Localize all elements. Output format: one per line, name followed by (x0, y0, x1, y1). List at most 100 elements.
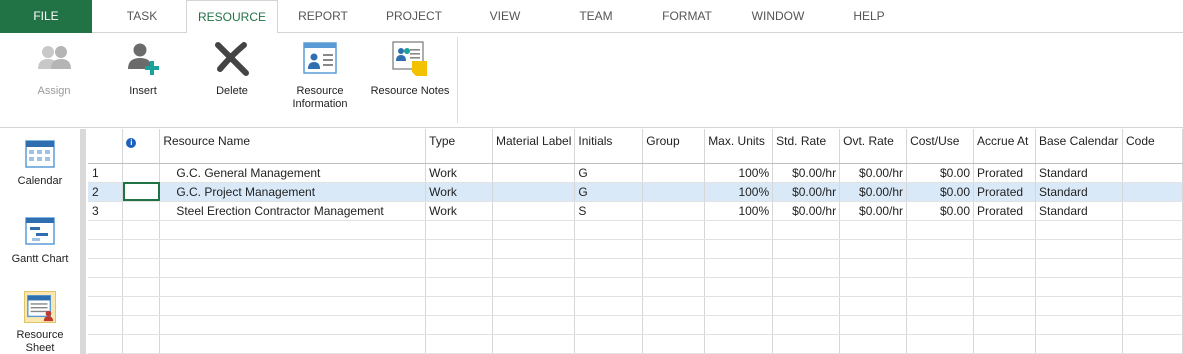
initials-cell[interactable]: G (574, 182, 644, 202)
empty-row[interactable] (88, 315, 1183, 335)
resource-information-label-1: Resource (296, 85, 344, 97)
assign-label: Assign (37, 85, 71, 97)
view-calendar[interactable]: Calendar (0, 137, 80, 188)
col-resource-name[interactable]: Resource Name (159, 129, 427, 164)
resource-information-button[interactable]: Resource Information (285, 39, 355, 111)
max-units-cell[interactable]: 100% (704, 163, 774, 183)
table-row[interactable]: 3 Steel Erection Contractor Management W… (88, 201, 1183, 221)
resource-sheet-grid: i Resource Name Type Material Label Init… (88, 129, 1183, 354)
col-std-rate[interactable]: Std. Rate (772, 129, 841, 164)
indicator-cell-active[interactable] (122, 182, 161, 202)
code-cell[interactable] (1122, 182, 1183, 202)
empty-row[interactable] (88, 334, 1183, 354)
row-number[interactable]: 3 (88, 201, 124, 221)
col-base-calendar[interactable]: Base Calendar (1035, 129, 1123, 164)
assign-button[interactable]: Assign (22, 39, 86, 98)
tab-task[interactable]: TASK (97, 0, 187, 33)
indicator-cell[interactable] (122, 201, 161, 221)
col-material-label[interactable]: Material Label (492, 129, 576, 164)
view-resource-sheet-label-1: Resource (16, 329, 64, 341)
resource-table: i Resource Name Type Material Label Init… (88, 129, 1183, 354)
tab-team[interactable]: TEAM (550, 0, 642, 33)
initials-cell[interactable]: G (574, 163, 644, 183)
col-max-units[interactable]: Max. Units (704, 129, 774, 164)
view-gantt-chart[interactable]: Gantt Chart (0, 215, 80, 266)
col-ovt-rate[interactable]: Ovt. Rate (839, 129, 908, 164)
base-calendar-cell[interactable]: Standard (1035, 201, 1123, 221)
type-cell[interactable]: Work (425, 163, 494, 183)
empty-row[interactable] (88, 220, 1183, 240)
col-cost-use[interactable]: Cost/Use (906, 129, 975, 164)
type-cell[interactable]: Work (425, 182, 494, 202)
tab-window[interactable]: WINDOW (732, 0, 824, 33)
insert-label: Insert (129, 85, 157, 97)
view-bar-divider[interactable] (80, 129, 86, 354)
indicator-cell[interactable] (122, 163, 161, 183)
col-type[interactable]: Type (425, 129, 494, 164)
cost-use-cell[interactable]: $0.00 (906, 163, 975, 183)
base-calendar-cell[interactable]: Standard (1035, 163, 1123, 183)
std-rate-cell[interactable]: $0.00/hr (772, 182, 841, 202)
empty-row[interactable] (88, 296, 1183, 316)
tab-file[interactable]: FILE (0, 0, 92, 33)
tab-view[interactable]: VIEW (460, 0, 550, 33)
max-units-cell[interactable]: 100% (704, 182, 774, 202)
resource-name-cell[interactable]: G.C. Project Management (159, 182, 427, 202)
info-icon: i (126, 138, 137, 148)
tab-resource[interactable]: RESOURCE (186, 0, 278, 34)
material-label-cell[interactable] (492, 182, 576, 202)
resource-name-cell[interactable]: G.C. General Management (159, 163, 427, 183)
material-label-cell[interactable] (492, 163, 576, 183)
view-resource-sheet[interactable]: Resource Sheet (0, 291, 80, 354)
ovt-rate-cell[interactable]: $0.00/hr (839, 201, 908, 221)
table-header-row: i Resource Name Type Material Label Init… (88, 129, 1183, 164)
accrue-at-cell[interactable]: Prorated (973, 182, 1036, 202)
col-group[interactable]: Group (642, 129, 706, 164)
resource-sheet-icon (24, 291, 56, 323)
group-cell[interactable] (642, 182, 706, 202)
code-cell[interactable] (1122, 163, 1183, 183)
table-row-selected[interactable]: 2 G.C. Project Management Work G 100% $0… (88, 182, 1183, 202)
type-cell[interactable]: Work (425, 201, 494, 221)
std-rate-cell[interactable]: $0.00/hr (772, 201, 841, 221)
std-rate-cell[interactable]: $0.00/hr (772, 163, 841, 183)
indicators-header[interactable]: i (122, 129, 161, 164)
cost-use-cell[interactable]: $0.00 (906, 201, 975, 221)
cost-use-cell[interactable]: $0.00 (906, 182, 975, 202)
delete-x-icon (212, 39, 252, 79)
resource-name-cell[interactable]: Steel Erection Contractor Management (159, 201, 427, 221)
resource-information-label-2: Information (292, 98, 348, 110)
initials-cell[interactable]: S (574, 201, 644, 221)
row-number[interactable]: 1 (88, 163, 124, 183)
view-gantt-label: Gantt Chart (11, 253, 69, 265)
view-resource-sheet-label-2: Sheet (25, 342, 55, 354)
delete-button[interactable]: Delete (200, 39, 264, 98)
ovt-rate-cell[interactable]: $0.00/hr (839, 163, 908, 183)
row-number[interactable]: 2 (88, 182, 124, 202)
group-cell[interactable] (642, 163, 706, 183)
accrue-at-cell[interactable]: Prorated (973, 201, 1036, 221)
base-calendar-cell[interactable]: Standard (1035, 182, 1123, 202)
code-cell[interactable] (1122, 201, 1183, 221)
table-row[interactable]: 1 G.C. General Management Work G 100% $0… (88, 163, 1183, 183)
ovt-rate-cell[interactable]: $0.00/hr (839, 182, 908, 202)
max-units-cell[interactable]: 100% (704, 201, 774, 221)
tab-project[interactable]: PROJECT (368, 0, 460, 33)
delete-label: Delete (216, 85, 248, 97)
group-cell[interactable] (642, 201, 706, 221)
resource-notes-button[interactable]: Resource Notes (366, 39, 454, 98)
calendar-icon (24, 137, 56, 169)
empty-row[interactable] (88, 239, 1183, 259)
col-accrue-at[interactable]: Accrue At (973, 129, 1036, 164)
empty-row[interactable] (88, 277, 1183, 297)
material-label-cell[interactable] (492, 201, 576, 221)
tab-help[interactable]: HELP (824, 0, 914, 33)
col-initials[interactable]: Initials (574, 129, 644, 164)
accrue-at-cell[interactable]: Prorated (973, 163, 1036, 183)
col-code[interactable]: Code (1122, 129, 1183, 164)
tab-format[interactable]: FORMAT (642, 0, 732, 33)
empty-row[interactable] (88, 258, 1183, 278)
insert-button[interactable]: Insert (110, 39, 176, 98)
select-all-header[interactable] (88, 129, 124, 164)
tab-report[interactable]: REPORT (278, 0, 368, 33)
